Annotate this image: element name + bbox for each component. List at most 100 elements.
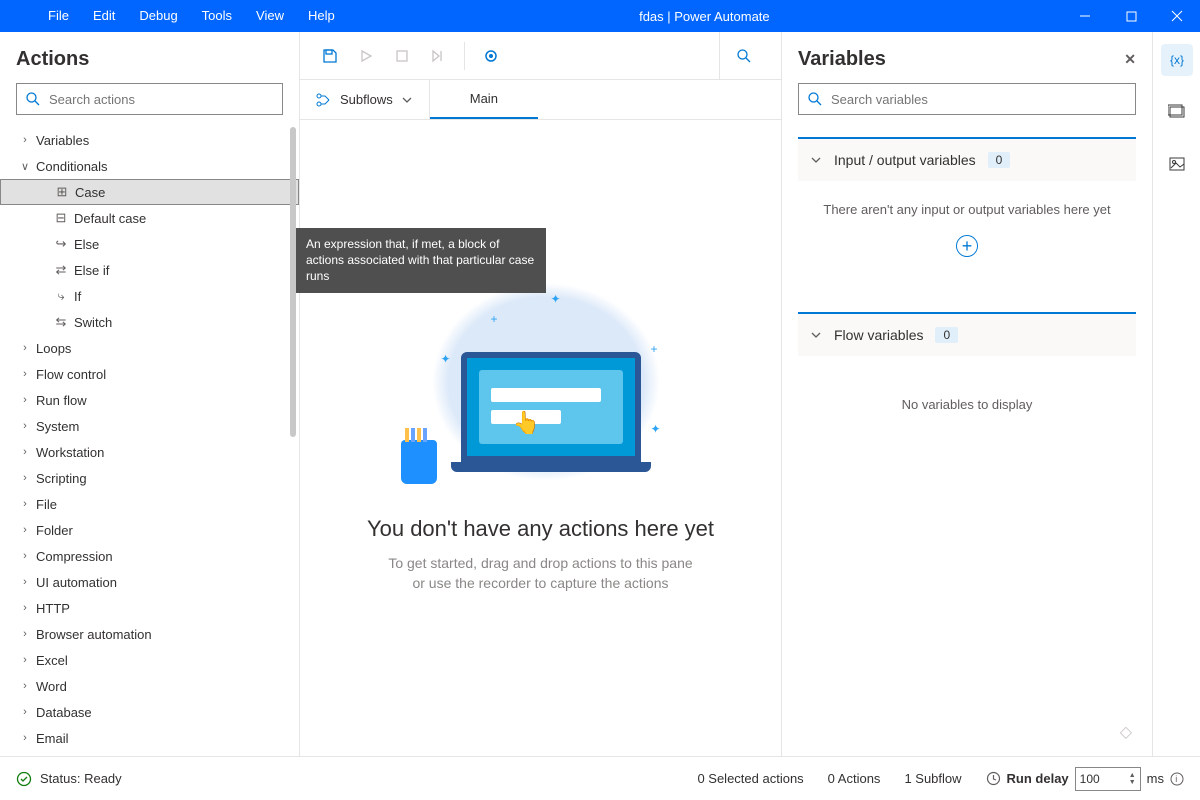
tree-category-http[interactable]: ›HTTP [0, 595, 299, 621]
rail-images-button[interactable] [1161, 148, 1193, 180]
tree-category-label: HTTP [32, 601, 70, 616]
save-button[interactable] [314, 40, 346, 72]
chevron-right-icon: › [18, 628, 32, 640]
chevron-right-icon: › [18, 550, 32, 562]
actions-search-input[interactable] [41, 92, 274, 107]
search-icon [25, 91, 41, 107]
variables-panel: Variables ✕ Input / output variables 0 T… [782, 32, 1152, 756]
chevron-right-icon: › [18, 576, 32, 588]
tree-category-label: UI automation [32, 575, 117, 590]
flow-variables-label: Flow variables [834, 327, 923, 343]
tree-category-workstation[interactable]: ›Workstation [0, 439, 299, 465]
tree-category-loops[interactable]: ›Loops [0, 335, 299, 361]
clear-variables-button[interactable]: ◇ [782, 716, 1152, 748]
tree-category-file[interactable]: ›File [0, 491, 299, 517]
case-icon: ⊞ [53, 184, 71, 200]
chevron-right-icon: › [18, 342, 32, 354]
menu-file[interactable]: File [36, 0, 81, 32]
subflows-dropdown[interactable]: Subflows [300, 80, 430, 119]
clock-icon [986, 771, 1001, 786]
tree-action-else-if[interactable]: ⇄Else if [0, 257, 299, 283]
tree-category-label: Word [32, 679, 67, 694]
chevron-down-icon [401, 94, 413, 106]
tree-action-label: Default case [70, 211, 146, 226]
variables-search[interactable] [798, 83, 1136, 115]
io-variables-empty: There aren't any input or output variabl… [811, 202, 1123, 217]
close-button[interactable] [1154, 0, 1200, 32]
search-icon [807, 91, 823, 107]
menu-tools[interactable]: Tools [190, 0, 244, 32]
io-variables-count: 0 [988, 152, 1011, 168]
tree-category-scripting[interactable]: ›Scripting [0, 465, 299, 491]
run-delay-input[interactable]: 100 ▲▼ [1075, 767, 1141, 791]
tree-category-database[interactable]: ›Database [0, 699, 299, 725]
record-button[interactable] [475, 40, 507, 72]
chevron-right-icon: › [18, 498, 32, 510]
subflows-label: Subflows [340, 92, 393, 107]
menu-debug[interactable]: Debug [127, 0, 189, 32]
search-flow-button[interactable] [719, 32, 767, 80]
tree-category-ui-automation[interactable]: ›UI automation [0, 569, 299, 595]
status-bar: Status: Ready 0 Selected actions 0 Actio… [0, 756, 1200, 800]
tree-category-run-flow[interactable]: ›Run flow [0, 387, 299, 413]
else-icon: ↪ [52, 236, 70, 252]
variables-search-input[interactable] [823, 92, 1127, 107]
tree-category-variables[interactable]: ›Variables [0, 127, 299, 153]
tree-category-folder[interactable]: ›Folder [0, 517, 299, 543]
menu-edit[interactable]: Edit [81, 0, 127, 32]
tree-category-label: Conditionals [32, 159, 108, 174]
chevron-right-icon: › [18, 394, 32, 406]
chevron-right-icon: › [18, 420, 32, 432]
menu-help[interactable]: Help [296, 0, 347, 32]
tree-category-flow-control[interactable]: ›Flow control [0, 361, 299, 387]
tree-category-email[interactable]: ›Email [0, 725, 299, 751]
chevron-right-icon: › [18, 524, 32, 536]
tab-main[interactable]: Main [430, 80, 538, 119]
tree-category-browser-automation[interactable]: ›Browser automation [0, 621, 299, 647]
run-button[interactable] [350, 40, 382, 72]
tree-category-label: Loops [32, 341, 71, 356]
flow-variables-header[interactable]: Flow variables 0 [798, 314, 1136, 356]
minimize-button[interactable] [1062, 0, 1108, 32]
spinner-buttons[interactable]: ▲▼ [1129, 772, 1136, 786]
tree-category-word[interactable]: ›Word [0, 673, 299, 699]
step-button[interactable] [422, 40, 454, 72]
canvas[interactable]: ✦ + ✦ + ✦ 👆 You don't have any actions h… [300, 120, 781, 756]
empty-subtitle: To get started, drag and drop actions to… [388, 554, 692, 593]
tree-category-excel[interactable]: ›Excel [0, 647, 299, 673]
run-delay-unit: ms [1147, 771, 1164, 786]
stop-button[interactable] [386, 40, 418, 72]
tree-action-if[interactable]: ⤷If [0, 283, 299, 309]
title-bar: File Edit Debug Tools View Help fdas | P… [0, 0, 1200, 32]
tree-category-compression[interactable]: ›Compression [0, 543, 299, 569]
menu-view[interactable]: View [244, 0, 296, 32]
tree-category-conditionals[interactable]: ∨Conditionals [0, 153, 299, 179]
tree-action-else[interactable]: ↪Else [0, 231, 299, 257]
actions-search[interactable] [16, 83, 283, 115]
rail-ui-elements-button[interactable] [1161, 96, 1193, 128]
status-subflow-count: 1 Subflow [904, 771, 961, 786]
status-ok-icon [16, 771, 32, 787]
io-variables-header[interactable]: Input / output variables 0 [798, 139, 1136, 181]
rail-variables-button[interactable]: {x} [1161, 44, 1193, 76]
tree-category-label: Folder [32, 523, 73, 538]
chevron-right-icon: › [18, 732, 32, 744]
info-icon[interactable]: i [1170, 772, 1184, 786]
close-variables-button[interactable]: ✕ [1124, 51, 1136, 68]
tree-category-label: Run flow [32, 393, 87, 408]
tree-category-label: System [32, 419, 79, 434]
tree-action-case[interactable]: ⊞Case [0, 179, 299, 205]
tree-action-label: Switch [70, 315, 112, 330]
tree-category-label: Excel [32, 653, 68, 668]
actions-tree[interactable]: ›Variables∨Conditionals⊞Case⊟Default cas… [0, 127, 299, 756]
status-selected-actions: 0 Selected actions [697, 771, 803, 786]
tree-action-switch[interactable]: ⇆Switch [0, 309, 299, 335]
tree-action-default-case[interactable]: ⊟Default case [0, 205, 299, 231]
chevron-down-icon: ∨ [18, 160, 32, 173]
chevron-right-icon: › [18, 368, 32, 380]
add-io-variable-button[interactable]: + [956, 235, 978, 257]
maximize-button[interactable] [1108, 0, 1154, 32]
default-case-icon: ⊟ [52, 210, 70, 226]
chevron-right-icon: › [18, 706, 32, 718]
tree-category-system[interactable]: ›System [0, 413, 299, 439]
